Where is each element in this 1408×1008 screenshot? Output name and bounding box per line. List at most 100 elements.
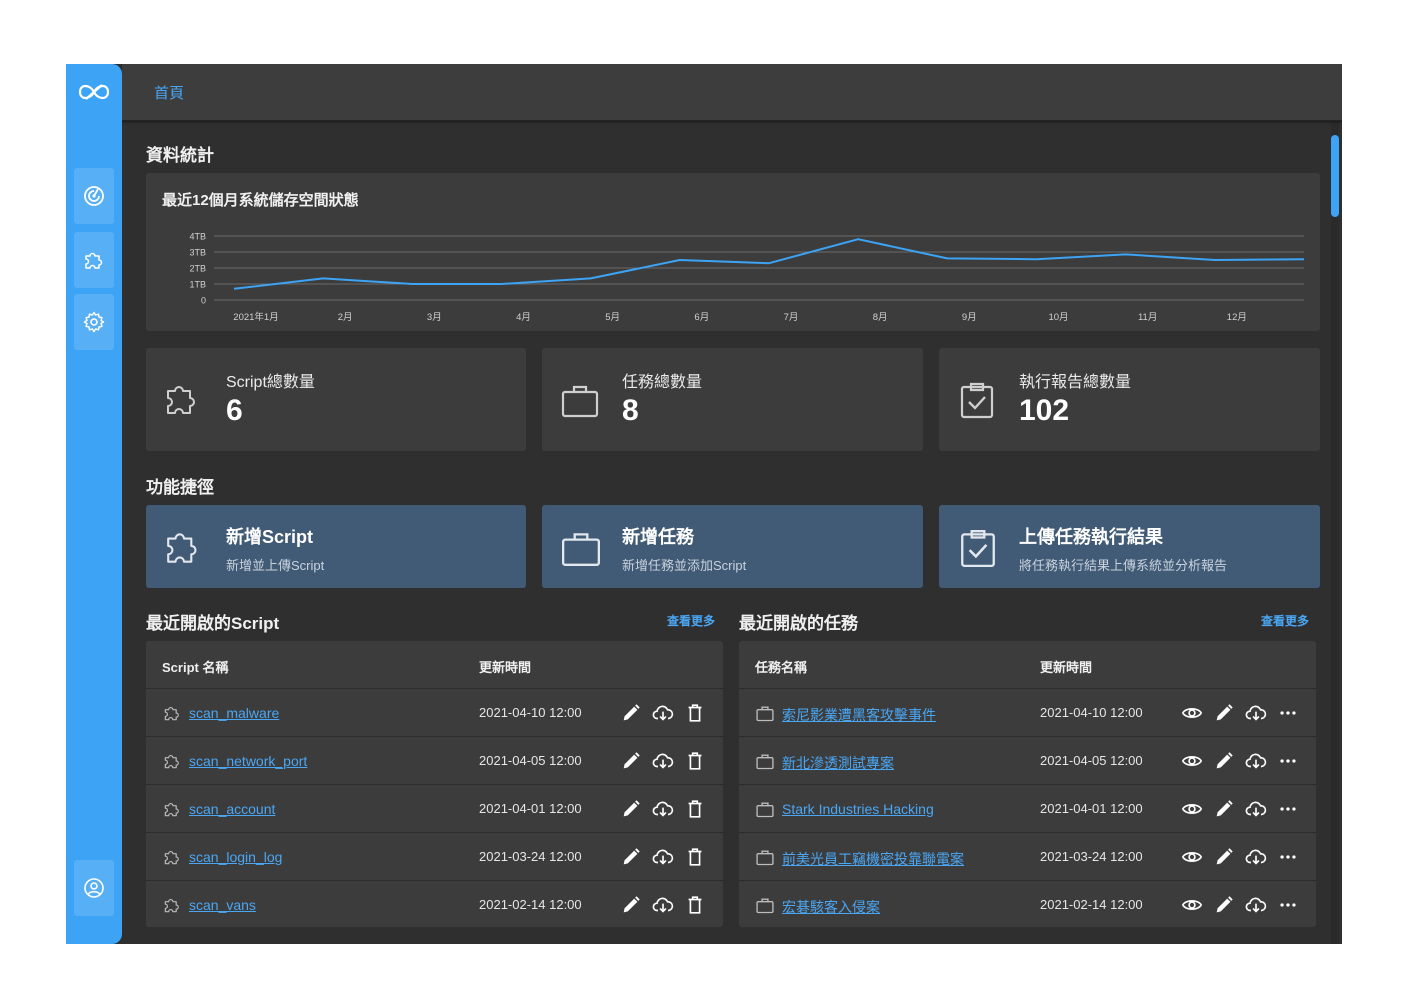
- pencil-button[interactable]: [1213, 798, 1235, 820]
- cloud-download-button[interactable]: [1245, 846, 1267, 868]
- shortcut-add-script[interactable]: 新增Script 新增並上傳Script: [146, 505, 526, 588]
- cloud-download-button[interactable]: [1245, 750, 1267, 772]
- more-button[interactable]: [1277, 846, 1299, 868]
- row-name-link[interactable]: 索尼影業遭黑客攻擊事件: [782, 705, 936, 725]
- table-row: 新北滲透測試專案 2021-04-05 12:00: [739, 737, 1316, 785]
- table-row: scan_account 2021-04-01 12:00: [146, 785, 723, 833]
- puzzle-icon: [164, 755, 179, 769]
- more-button[interactable]: [1277, 702, 1299, 724]
- pencil-button[interactable]: [620, 702, 642, 724]
- puzzle-icon: [164, 899, 179, 913]
- cloud-download-button[interactable]: [652, 846, 674, 868]
- row-time: 2021-02-14 12:00: [1040, 897, 1143, 912]
- cloud-download-button[interactable]: [1245, 798, 1267, 820]
- trash-button[interactable]: [684, 894, 706, 916]
- stat-value: 102: [1019, 394, 1070, 427]
- x-tick-label: 6月: [694, 312, 709, 323]
- row-name-link[interactable]: 宏碁駭客入侵案: [782, 897, 880, 917]
- row-name-link[interactable]: scan_account: [189, 801, 275, 817]
- cloud-download-button[interactable]: [652, 702, 674, 724]
- cloud-download-icon: [652, 705, 674, 721]
- sidebar: [66, 64, 122, 944]
- cloud-download-button[interactable]: [1245, 894, 1267, 916]
- sidebar-item-settings[interactable]: [74, 294, 114, 350]
- radar-icon: [84, 186, 104, 206]
- pencil-button[interactable]: [1213, 894, 1235, 916]
- x-tick-label: 12月: [1227, 312, 1247, 323]
- pencil-button[interactable]: [1213, 702, 1235, 724]
- trash-button[interactable]: [684, 702, 706, 724]
- puzzle-icon: [164, 851, 179, 865]
- stat-value: 6: [226, 394, 243, 427]
- breadcrumb-home[interactable]: 首頁: [154, 82, 184, 103]
- stat-card-scripts: Script總數量 6: [146, 348, 526, 451]
- briefcase-icon: [756, 802, 774, 818]
- column-header: Script 名稱: [162, 660, 229, 675]
- row-time: 2021-04-01 12:00: [1040, 801, 1143, 816]
- row-time: 2021-04-10 12:00: [479, 705, 582, 720]
- pencil-button[interactable]: [620, 750, 642, 772]
- trash-icon: [688, 800, 702, 818]
- row-name-link[interactable]: scan_vans: [189, 897, 256, 913]
- table-row: 前美光員工竊機密投靠聯電案 2021-03-24 12:00: [739, 833, 1316, 881]
- y-tick-label: 4TB: [189, 232, 206, 242]
- sidebar-item-dashboard[interactable]: [74, 168, 114, 224]
- briefcase-icon: [756, 706, 774, 722]
- trash-icon: [688, 896, 702, 914]
- eye-button[interactable]: [1181, 702, 1203, 724]
- cloud-download-button[interactable]: [652, 750, 674, 772]
- shortcut-add-task[interactable]: 新增任務 新增任務並添加Script: [542, 505, 923, 588]
- column-header: 更新時間: [1040, 660, 1093, 675]
- row-name-link[interactable]: Stark Industries Hacking: [782, 801, 934, 817]
- table-row: 宏碁駭客入侵案 2021-02-14 12:00: [739, 881, 1316, 927]
- cloud-download-button[interactable]: [1245, 702, 1267, 724]
- clipboard-check-icon: [960, 382, 994, 419]
- cloud-download-icon: [1245, 801, 1267, 817]
- x-tick-label: 9月: [962, 312, 977, 323]
- scrollbar[interactable]: [1328, 121, 1342, 944]
- pencil-button[interactable]: [620, 846, 642, 868]
- sidebar-item-scripts[interactable]: [74, 232, 114, 288]
- x-tick-label: 10月: [1048, 312, 1068, 323]
- trash-button[interactable]: [684, 846, 706, 868]
- recent-tasks-see-more-link[interactable]: 查看更多: [1261, 612, 1309, 629]
- pencil-button[interactable]: [620, 798, 642, 820]
- pencil-button[interactable]: [1213, 846, 1235, 868]
- eye-button[interactable]: [1181, 798, 1203, 820]
- table-row: scan_vans 2021-02-14 12:00: [146, 881, 723, 927]
- more-button[interactable]: [1277, 750, 1299, 772]
- y-tick-label: 1TB: [189, 280, 206, 290]
- row-name-link[interactable]: scan_network_port: [189, 753, 307, 769]
- sidebar-item-profile[interactable]: [74, 860, 114, 916]
- trash-button[interactable]: [684, 798, 706, 820]
- cloud-download-button[interactable]: [652, 798, 674, 820]
- table-row: 索尼影業遭黑客攻擊事件 2021-04-10 12:00: [739, 689, 1316, 737]
- trash-button[interactable]: [684, 750, 706, 772]
- more-icon: [1280, 711, 1296, 715]
- recent-scripts-see-more-link[interactable]: 查看更多: [667, 612, 715, 629]
- cloud-download-button[interactable]: [652, 894, 674, 916]
- puzzle-icon: [85, 252, 103, 269]
- row-time: 2021-04-05 12:00: [479, 753, 582, 768]
- eye-button[interactable]: [1181, 846, 1203, 868]
- y-tick-label: 3TB: [189, 248, 206, 258]
- row-name-link[interactable]: scan_malware: [189, 705, 279, 721]
- table-row: scan_malware 2021-04-10 12:00: [146, 689, 723, 737]
- stat-label: 任務總數量: [622, 374, 703, 391]
- row-name-link[interactable]: scan_login_log: [189, 849, 282, 865]
- pencil-button[interactable]: [1213, 750, 1235, 772]
- eye-button[interactable]: [1181, 894, 1203, 916]
- more-icon: [1280, 903, 1296, 907]
- more-button[interactable]: [1277, 798, 1299, 820]
- infinity-logo-icon[interactable]: [72, 80, 116, 104]
- eye-icon: [1181, 756, 1203, 766]
- more-button[interactable]: [1277, 894, 1299, 916]
- row-name-link[interactable]: 新北滲透測試專案: [782, 753, 894, 773]
- shortcut-upload-results[interactable]: 上傳任務執行結果 將任務執行結果上傳系統並分析報告: [939, 505, 1320, 588]
- scrollbar-thumb[interactable]: [1331, 135, 1339, 217]
- eye-button[interactable]: [1181, 750, 1203, 772]
- pencil-button[interactable]: [620, 894, 642, 916]
- shortcut-desc: 將任務執行結果上傳系統並分析報告: [1019, 558, 1228, 573]
- row-name-link[interactable]: 前美光員工竊機密投靠聯電案: [782, 849, 964, 869]
- puzzle-icon: [164, 803, 179, 817]
